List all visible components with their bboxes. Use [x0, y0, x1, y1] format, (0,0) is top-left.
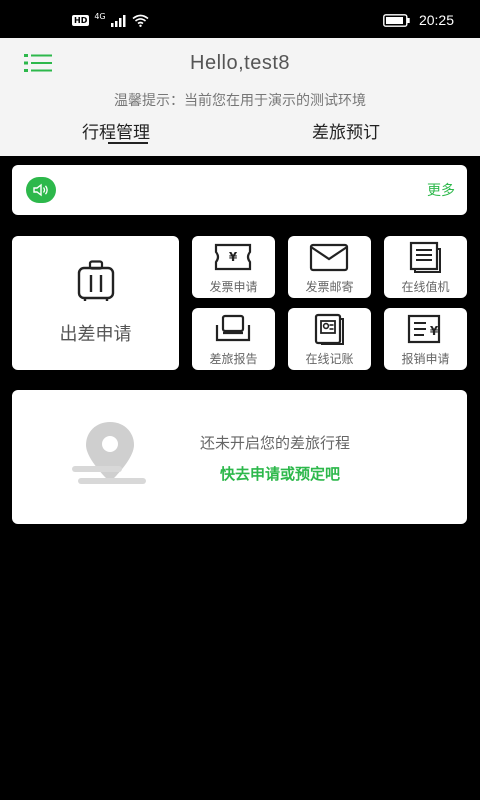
luggage-icon	[77, 260, 115, 301]
document-icon	[409, 241, 441, 273]
invoice-yuan-icon: ¥	[214, 243, 252, 271]
speaker-icon	[26, 177, 56, 203]
signal-icon	[110, 14, 126, 27]
hd-badge: HD	[72, 15, 90, 26]
greeting-title: Hello,test8	[190, 52, 290, 74]
invoice-apply-button[interactable]: ¥ 发票申请	[192, 236, 275, 298]
more-link[interactable]: 更多	[427, 180, 455, 200]
travel-report-button[interactable]: 差旅报告	[192, 308, 275, 370]
trip-empty-card: 还未开启您的差旅行程 快去申请或预定吧	[12, 390, 467, 524]
grid-label-online-bookkeeping: 在线记账	[305, 352, 354, 366]
map-pin-icon	[72, 422, 146, 484]
travel-apply-button[interactable]: 出差申请	[12, 236, 179, 370]
travel-apply-label: 出差申请	[59, 324, 132, 345]
grid-label-reimbursement: 报销申请	[401, 352, 450, 366]
invoice-mail-button[interactable]: 发票邮寄	[288, 236, 371, 298]
tab-trip-management[interactable]: 行程管理	[82, 118, 150, 143]
app-header: Hello,test8 温馨提示：当前您在用于演示的测试环境 行程管理 差旅预订	[0, 38, 480, 156]
tab-travel-booking[interactable]: 差旅预订	[312, 118, 380, 143]
grid-label-invoice-mail: 发票邮寄	[305, 280, 354, 294]
grid-label-online-checkin: 在线值机	[401, 280, 450, 294]
svg-text:¥: ¥	[229, 250, 238, 264]
grid-label-travel-report: 差旅报告	[209, 352, 258, 366]
active-tab-indicator	[108, 142, 148, 144]
reimbursement-icon: ¥	[407, 314, 441, 344]
environment-notice: 温馨提示：当前您在用于演示的测试环境	[114, 93, 366, 109]
announcement-bar: 更多	[12, 165, 467, 215]
clock: 20:25	[418, 12, 454, 28]
seat-icon	[215, 314, 251, 342]
tab-bar: 行程管理 差旅预订	[0, 116, 480, 156]
wifi-icon	[132, 14, 149, 27]
online-checkin-button[interactable]: 在线值机	[384, 236, 467, 298]
svg-text:¥: ¥	[430, 324, 439, 338]
status-left: HD 4G	[72, 12, 149, 27]
battery-icon	[383, 13, 410, 27]
id-card-icon	[314, 313, 344, 345]
reimbursement-button[interactable]: ¥ 报销申请	[384, 308, 467, 370]
envelope-icon	[309, 243, 349, 272]
empty-trip-message: 还未开启您的差旅行程	[200, 434, 351, 452]
online-bookkeeping-button[interactable]: 在线记账	[288, 308, 371, 370]
grid-label-invoice-apply: 发票申请	[209, 280, 258, 294]
apply-or-book-link[interactable]: 快去申请或预定吧	[220, 463, 340, 484]
status-bar: HD 4G 20:25	[0, 0, 480, 38]
status-right: 20:25	[383, 12, 454, 28]
network-type: 4G	[94, 12, 106, 21]
